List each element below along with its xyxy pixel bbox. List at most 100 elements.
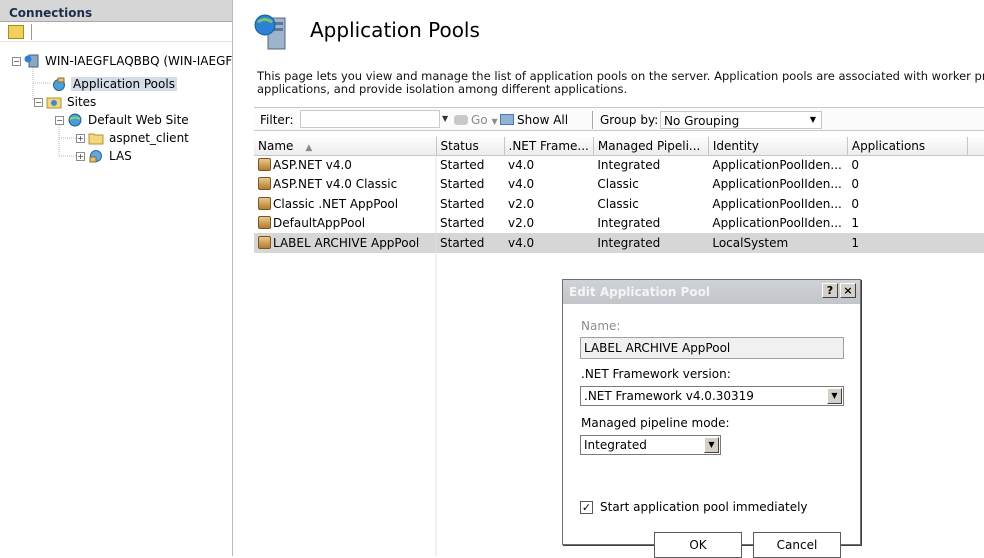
connections-header: Connections: [0, 0, 232, 22]
filter-toolbar: Filter: ▼ Go ▼ Show All Group by: No Gro…: [254, 107, 984, 131]
edit-application-pool-dialog: Edit Application Pool ? × Name: LABEL AR…: [562, 279, 861, 558]
collapse-icon[interactable]: −: [12, 56, 21, 66]
expand-icon[interactable]: +: [76, 133, 85, 143]
cell-identity: ApplicationPoolIden...: [712, 216, 842, 231]
connections-toolbar: [0, 22, 232, 42]
tree-item-sites[interactable]: − Sites: [34, 93, 98, 111]
cell-net-framework: v4.0: [508, 158, 535, 172]
column-header-managed-pipeline[interactable]: Managed Pipeli...: [593, 137, 709, 156]
chevron-down-icon: ▼: [827, 388, 842, 404]
cell-name: Classic .NET AppPool: [254, 194, 436, 214]
show-all-button[interactable]: Show All: [500, 113, 568, 127]
filter-label: Filter:: [260, 113, 294, 127]
tree-item-default-web-site[interactable]: − Default Web Site: [55, 111, 191, 129]
table-row[interactable]: DefaultAppPool Started v2.0 Integrated A…: [254, 214, 984, 234]
chevron-down-icon: ▼: [809, 115, 817, 124]
framework-label: .NET Framework version:: [581, 367, 731, 381]
cell-net-framework: v2.0: [508, 196, 535, 211]
column-header-identity[interactable]: Identity: [708, 137, 848, 156]
go-button[interactable]: Go ▼: [454, 113, 498, 127]
cell-status: Started: [440, 216, 485, 231]
column-header-applications[interactable]: Applications: [847, 137, 968, 156]
cell-status: Started: [440, 158, 485, 172]
server-icon: [24, 54, 39, 68]
application-pools-icon: [254, 14, 286, 50]
dialog-title: Edit Application Pool: [569, 285, 710, 299]
cell-identity: ApplicationPoolIden...: [712, 158, 842, 172]
cell-applications: 0: [851, 177, 859, 192]
name-field: LABEL ARCHIVE AppPool: [580, 337, 844, 359]
app-pool-icon: [258, 158, 271, 171]
application-pools-table: Name ▲ Status .NET Frame... Managed Pipel…: [254, 137, 984, 253]
cell-name: ASP.NET v4.0: [254, 155, 436, 175]
cell-pipeline: Classic: [597, 196, 639, 211]
app-pool-icon: [258, 216, 271, 230]
web-application-icon: [89, 150, 102, 163]
chevron-down-icon: ▼: [704, 437, 719, 453]
go-dropdown-icon: ▼: [491, 117, 498, 126]
filter-input[interactable]: [300, 110, 440, 128]
cell-status: Started: [436, 233, 504, 253]
page-title: Application Pools: [310, 18, 480, 42]
cell-applications: 0: [851, 158, 859, 172]
ok-button[interactable]: OK: [654, 532, 742, 558]
dialog-body: Name: LABEL ARCHIVE AppPool .NET Framewo…: [563, 304, 860, 558]
cell-status: Started: [440, 177, 485, 192]
cell-net-framework: v2.0: [508, 216, 535, 231]
application-pools-icon: [53, 77, 65, 91]
cell-identity: ApplicationPoolIden...: [712, 196, 842, 211]
table-row-selected[interactable]: LABEL ARCHIVE AppPool Started v4.0 Integ…: [254, 233, 984, 253]
group-by-label: Group by:: [600, 113, 659, 127]
connect-icon[interactable]: [8, 25, 24, 39]
binoculars-icon: [454, 115, 468, 125]
start-immediately-label: Start application pool immediately: [600, 500, 808, 514]
tree-item-aspnet-client[interactable]: + aspnet_client: [76, 129, 191, 147]
table-row[interactable]: Classic .NET AppPool Started v2.0 Classi…: [254, 194, 984, 214]
sort-ascending-icon: ▲: [305, 142, 313, 153]
column-header-net-framework[interactable]: .NET Frame...: [504, 137, 594, 156]
cell-identity: ApplicationPoolIden...: [712, 177, 842, 192]
cell-net-framework: v4.0: [504, 233, 594, 253]
table-row[interactable]: ASP.NET v4.0 Started v4.0 Integrated App…: [254, 155, 984, 175]
group-by-select[interactable]: No Grouping ▼: [660, 111, 822, 129]
cell-applications: 1: [847, 233, 968, 253]
close-button[interactable]: ×: [840, 283, 856, 298]
framework-select[interactable]: .NET Framework v4.0.30319 ▼: [580, 386, 844, 406]
table-row[interactable]: ASP.NET v4.0 Classic Started v4.0 Classi…: [254, 175, 984, 195]
cell-identity: LocalSystem: [708, 233, 848, 253]
pipeline-select[interactable]: Integrated ▼: [580, 435, 721, 455]
expand-icon[interactable]: +: [76, 151, 85, 161]
show-all-icon: [500, 114, 514, 125]
sites-folder-icon: [46, 97, 62, 109]
cell-pipeline: Integrated: [597, 216, 661, 231]
tree-item-server[interactable]: − WIN-IAEGFLAQBBQ (WIN-IAEGF: [12, 52, 234, 70]
checkmark-icon: ✓: [581, 501, 592, 514]
cell-net-framework: v4.0: [508, 177, 535, 192]
collapse-icon[interactable]: −: [55, 115, 64, 125]
app-pool-icon: [258, 196, 271, 210]
cell-pipeline: Classic: [597, 177, 639, 192]
tree-item-application-pools[interactable]: Application Pools: [52, 75, 177, 93]
column-header-name[interactable]: Name ▲: [254, 137, 437, 156]
cell-name: ASP.NET v4.0 Classic: [254, 175, 436, 195]
cell-name: DefaultAppPool: [254, 214, 436, 234]
column-header-filler: [967, 137, 984, 156]
dialog-title-bar[interactable]: Edit Application Pool ? ×: [563, 280, 860, 304]
cell-name: LABEL ARCHIVE AppPool: [254, 233, 436, 253]
toolbar-separator: [31, 24, 32, 40]
start-immediately-checkbox[interactable]: ✓: [580, 501, 593, 514]
filter-dropdown-arrow-icon[interactable]: ▼: [442, 111, 451, 127]
app-pool-icon: [258, 177, 271, 191]
cancel-button[interactable]: Cancel: [753, 532, 841, 558]
app-pool-icon: [258, 235, 271, 249]
tree-item-las[interactable]: + LAS: [76, 147, 134, 165]
connections-pane: Connections − WIN-IAEGFLAQBBQ (WIN-IAEGF: [0, 0, 233, 556]
pipeline-label: Managed pipeline mode:: [581, 416, 730, 430]
collapse-icon[interactable]: −: [34, 97, 43, 107]
help-button[interactable]: ?: [822, 283, 838, 298]
toolbar-separator: [592, 111, 593, 129]
column-header-status[interactable]: Status: [436, 137, 505, 156]
cell-pipeline: Integrated: [593, 233, 709, 253]
table-header-row: Name ▲ Status .NET Frame... Managed Pipel…: [254, 137, 984, 156]
cell-applications: 0: [851, 196, 859, 211]
